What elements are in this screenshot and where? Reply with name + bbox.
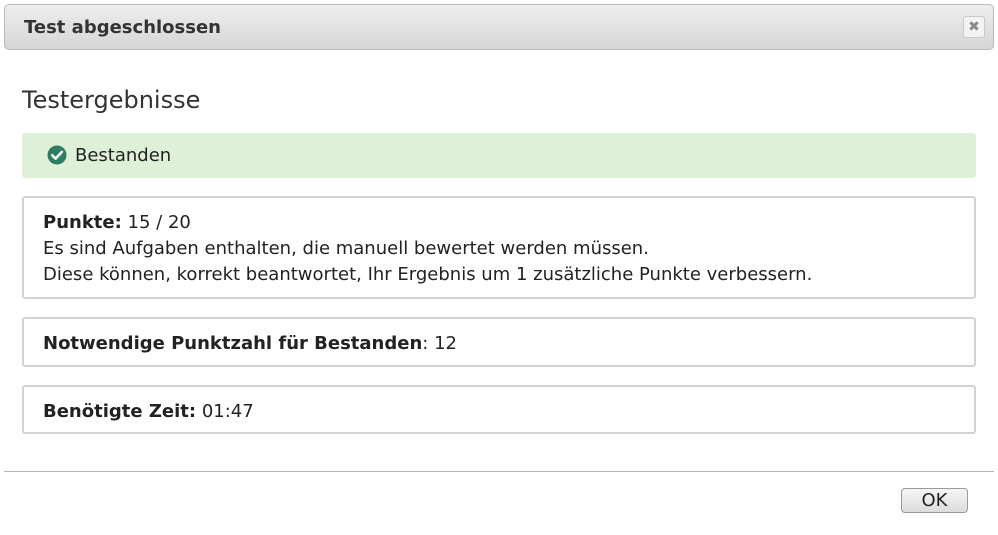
- score-value: 15 / 20: [127, 212, 191, 233]
- required-score-label: Notwendige Punktzahl für Bestanden: [43, 333, 423, 354]
- bonus-points-note: Diese können, korrekt beantwortet, Ihr E…: [43, 264, 813, 285]
- dialog-title: Test abgeschlossen: [24, 17, 221, 38]
- required-score-panel: Notwendige Punktzahl für Bestanden: 12: [22, 317, 976, 367]
- time-panel: Benötigte Zeit: 01:47: [22, 385, 976, 434]
- close-icon: ✖: [968, 19, 980, 35]
- status-alert: Bestanden: [22, 133, 976, 178]
- dialog-titlebar: Test abgeschlossen ✖: [4, 4, 994, 50]
- score-line: Punkte: 15 / 20: [43, 210, 955, 236]
- score-panel: Punkte: 15 / 20 Es sind Aufgaben enthalt…: [22, 196, 976, 299]
- check-circle-icon: [47, 145, 67, 165]
- results-heading: Testergebnisse: [22, 86, 201, 114]
- manual-grading-note: Es sind Aufgaben enthalten, die manuell …: [43, 238, 649, 259]
- status-text: Bestanden: [75, 145, 172, 166]
- close-button[interactable]: ✖: [963, 16, 985, 38]
- required-score-value: : 12: [422, 333, 457, 354]
- time-label: Benötigte Zeit:: [43, 401, 197, 422]
- time-value: 01:47: [201, 401, 254, 422]
- score-label: Punkte:: [43, 212, 122, 233]
- footer-divider: [4, 471, 994, 472]
- ok-button[interactable]: OK: [901, 488, 968, 513]
- test-completed-dialog: Test abgeschlossen ✖ Testergebnisse Best…: [0, 0, 998, 535]
